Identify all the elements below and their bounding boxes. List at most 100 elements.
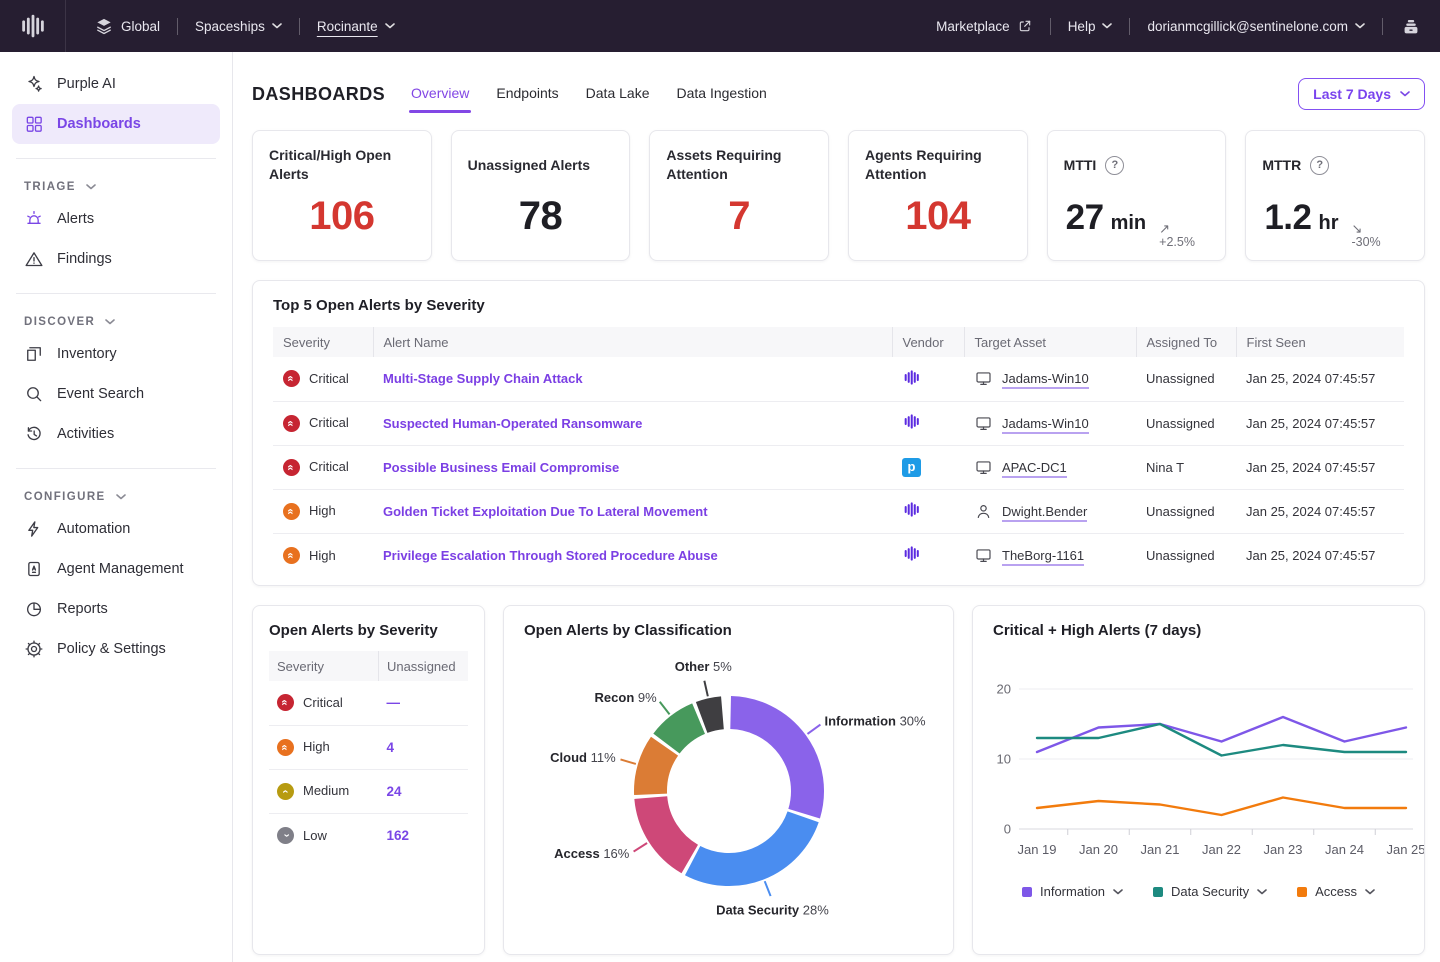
agent-badge-icon — [24, 559, 44, 579]
tab-overview[interactable]: Overview — [411, 85, 469, 103]
legend-item-information[interactable]: Information — [1022, 884, 1123, 899]
svg-text:Information 30%: Information 30% — [824, 714, 926, 729]
target-asset-link[interactable]: Jadams-Win10 — [1002, 416, 1089, 434]
scope-selector[interactable]: Global — [94, 16, 160, 36]
sidebar-item-policy-settings[interactable]: Policy & Settings — [12, 629, 220, 669]
chevron-down-icon — [1102, 23, 1112, 29]
svg-text:Jan 21: Jan 21 — [1140, 842, 1179, 857]
sidebar-item-event-search[interactable]: Event Search — [12, 374, 220, 414]
sidebar-item-agent-management[interactable]: Agent Management — [12, 549, 220, 589]
kpi-value: 106 — [269, 194, 415, 239]
svg-text:20: 20 — [997, 682, 1011, 697]
monitor-icon — [974, 369, 993, 388]
date-range-button[interactable]: Last 7 Days — [1298, 78, 1425, 110]
sidebar-item-activities[interactable]: Activities — [12, 414, 220, 454]
trend-down-arrow-icon: ↘ — [1351, 222, 1362, 236]
classification-panel: Open Alerts by Classification Informatio… — [503, 605, 954, 955]
sidebar-item-inventory[interactable]: Inventory — [12, 334, 220, 374]
svg-text:0: 0 — [1004, 822, 1011, 837]
divider — [299, 18, 300, 35]
monitor-icon — [974, 546, 993, 565]
legend-item-access[interactable]: Access — [1297, 884, 1375, 899]
target-asset-link[interactable]: APAC-DC1 — [1002, 460, 1067, 478]
tab-endpoints[interactable]: Endpoints — [496, 85, 558, 103]
help-icon[interactable]: ? — [1105, 156, 1124, 175]
unassigned-count-link[interactable]: — — [386, 695, 400, 710]
table-row[interactable]: High Golden Ticket Exploitation Due To L… — [273, 489, 1404, 533]
table-row: Medium 24 — [269, 769, 468, 813]
panel-title: Open Alerts by Severity — [269, 622, 468, 639]
divider — [1129, 18, 1130, 35]
table-row[interactable]: High Privilege Escalation Through Stored… — [273, 533, 1404, 577]
svg-text:10: 10 — [997, 752, 1011, 767]
unassigned-count-link[interactable]: 24 — [386, 784, 401, 799]
tab-data-ingestion[interactable]: Data Ingestion — [676, 85, 766, 103]
svg-text:Recon 9%: Recon 9% — [595, 690, 658, 705]
sentinelone-logo[interactable] — [0, 0, 66, 52]
trend-up: ↗ +2.5% — [1159, 222, 1195, 250]
user-menu[interactable]: dorianmcgillick@sentinelone.com — [1147, 19, 1365, 34]
sidebar-item-dashboards[interactable]: Dashboards — [12, 104, 220, 144]
console-switcher[interactable] — [1400, 15, 1422, 37]
sidebar-section-configure[interactable]: CONFIGURE — [12, 483, 220, 509]
sidebar-item-findings[interactable]: Findings — [12, 239, 220, 279]
first-seen: Jan 25, 2024 07:45:57 — [1236, 489, 1404, 533]
critical-high-alerts-panel: Critical + High Alerts (7 days) 0 10 20 Jan… — [972, 605, 1425, 955]
svg-text:Access 16%: Access 16% — [554, 846, 630, 861]
svg-text:Jan 22: Jan 22 — [1202, 842, 1241, 857]
unassigned-count-link[interactable]: 162 — [386, 828, 409, 843]
table-row[interactable]: Critical Multi-Stage Supply Chain Attack… — [273, 357, 1404, 401]
unassigned-count-link[interactable]: 4 — [386, 740, 394, 755]
legend-swatch — [1022, 887, 1032, 897]
svg-text:Jan 25: Jan 25 — [1386, 842, 1424, 857]
svg-text:Other 5%: Other 5% — [675, 659, 733, 674]
alerts-table: Severity Alert Name Vendor Target Asset … — [273, 327, 1404, 577]
kpi-value: 104 — [865, 194, 1011, 239]
severity-high-icon — [283, 547, 300, 564]
sidebar-section-discover[interactable]: DISCOVER — [12, 308, 220, 334]
kpi-assets-requiring-attention: Assets Requiring Attention 7 — [649, 130, 829, 261]
first-seen: Jan 25, 2024 07:45:57 — [1236, 357, 1404, 401]
assigned-to: Unassigned — [1136, 533, 1236, 577]
alert-name-link[interactable]: Privilege Escalation Through Stored Proc… — [383, 548, 718, 563]
assigned-to: Unassigned — [1136, 401, 1236, 445]
group-selector[interactable]: Rocinante — [317, 19, 395, 34]
chevron-down-icon — [272, 23, 282, 29]
legend-item-data-security[interactable]: Data Security — [1153, 884, 1267, 899]
alert-name-link[interactable]: Suspected Human-Operated Ransomware — [383, 416, 642, 431]
help-menu[interactable]: Help — [1068, 19, 1113, 34]
user-icon — [974, 502, 993, 521]
sentinelone-vendor-icon — [902, 368, 921, 387]
kpi-unassigned-alerts: Unassigned Alerts 78 — [451, 130, 631, 261]
sidebar-item-automation[interactable]: Automation — [12, 509, 220, 549]
kpi-critical-high-open-alerts: Critical/High Open Alerts 106 — [252, 130, 432, 261]
alert-name-link[interactable]: Possible Business Email Compromise — [383, 460, 619, 475]
sidebar-item-purple-ai[interactable]: Purple AI — [12, 64, 220, 104]
sidebar-section-triage[interactable]: TRIAGE — [12, 173, 220, 199]
sentinelone-vendor-icon — [902, 500, 921, 519]
svg-text:Jan 24: Jan 24 — [1325, 842, 1364, 857]
alert-name-link[interactable]: Multi-Stage Supply Chain Attack — [383, 371, 583, 386]
sidebar: Purple AI Dashboards TRIAGE Alerts Findi… — [0, 52, 233, 962]
sidebar-item-alerts[interactable]: Alerts — [12, 199, 220, 239]
warning-triangle-icon — [24, 249, 44, 269]
target-asset-link[interactable]: Dwight.Bender — [1002, 504, 1087, 522]
panel-title: Critical + High Alerts (7 days) — [973, 622, 1424, 639]
tab-data-lake[interactable]: Data Lake — [586, 85, 650, 103]
alert-name-link[interactable]: Golden Ticket Exploitation Due To Latera… — [383, 504, 708, 519]
help-icon[interactable]: ? — [1310, 156, 1329, 175]
target-asset-link[interactable]: Jadams-Win10 — [1002, 371, 1089, 389]
site-selector[interactable]: Spaceships — [195, 19, 282, 34]
svg-text:Jan 19: Jan 19 — [1017, 842, 1056, 857]
pie-chart-icon — [24, 599, 44, 619]
target-asset-link[interactable]: TheBorg-1161 — [1002, 548, 1084, 566]
marketplace-link[interactable]: Marketplace — [936, 18, 1033, 34]
sidebar-item-reports[interactable]: Reports — [12, 589, 220, 629]
table-row: Low 162 — [269, 813, 468, 857]
table-row[interactable]: Critical Suspected Human-Operated Ransom… — [273, 401, 1404, 445]
chevron-down-icon — [1355, 23, 1365, 29]
chart-legend: Information Data Security Access — [973, 884, 1424, 899]
trend-down: ↘ -30% — [1351, 222, 1380, 250]
svg-text:Jan 23: Jan 23 — [1263, 842, 1302, 857]
table-row[interactable]: Critical Possible Business Email Comprom… — [273, 445, 1404, 489]
